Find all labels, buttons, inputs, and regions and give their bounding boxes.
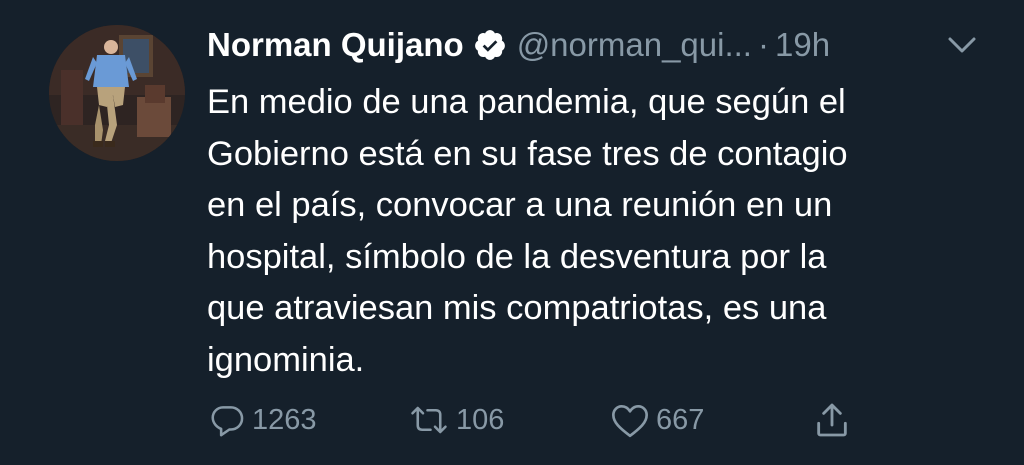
tweet-header: Norman Quijano @norman_qui... · 19h <box>207 20 830 70</box>
avatar[interactable] <box>49 25 185 161</box>
author-handle[interactable]: @norman_qui... <box>517 26 752 64</box>
tweet-text-line: Gobierno está en su fase tres de contagi… <box>207 134 848 173</box>
like-button[interactable]: 667 <box>610 398 704 442</box>
retweet-count: 106 <box>456 403 505 436</box>
reply-count: 1263 <box>252 403 317 436</box>
tweet-timestamp[interactable]: 19h <box>775 26 830 64</box>
share-button[interactable] <box>812 398 852 442</box>
tweet-text-line: que atraviesan mis compatriotas, es una <box>207 289 827 327</box>
share-icon <box>817 403 847 437</box>
retweet-button[interactable]: 106 <box>408 398 504 442</box>
tweet-actions: 1263 106 667 <box>0 398 1024 442</box>
tweet-text-line: hospital, símbolo de la desventura por l… <box>207 237 827 276</box>
separator-dot: · <box>757 26 769 63</box>
chevron-down-icon[interactable] <box>944 30 980 60</box>
like-count: 667 <box>656 403 705 436</box>
avatar-photo <box>49 25 185 161</box>
tweet-text: En medio de una pandemia, que según el G… <box>207 77 987 386</box>
tweet-text-line: en el país, convocar a una reunión en un <box>207 186 833 224</box>
reply-icon <box>211 406 244 437</box>
author-name[interactable]: Norman Quijano <box>207 26 464 64</box>
heart-icon <box>612 405 648 438</box>
verified-badge-icon <box>473 28 507 62</box>
tweet-text-line: En medio de una pandemia, que según el <box>207 83 846 121</box>
tweet-text-line: ignominia. <box>207 340 365 379</box>
retweet-icon <box>411 406 447 434</box>
reply-button[interactable]: 1263 <box>208 398 317 442</box>
tweet[interactable]: Norman Quijano @norman_qui... · 19h En m… <box>0 0 1024 465</box>
